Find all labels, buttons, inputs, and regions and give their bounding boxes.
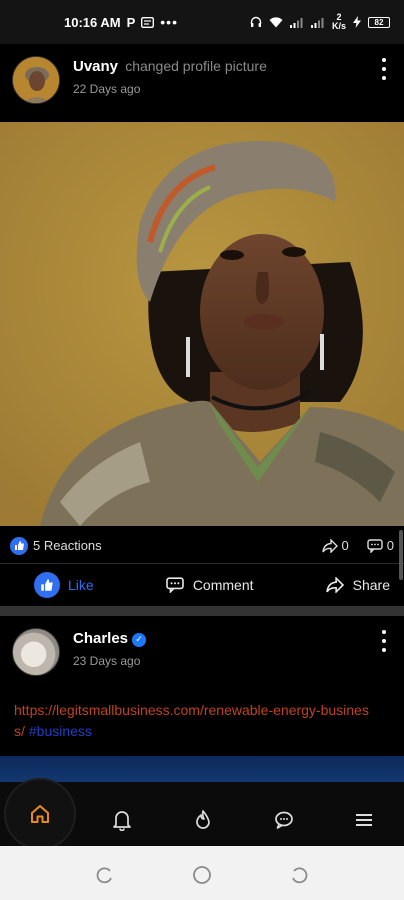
- author-name[interactable]: Uvany: [73, 58, 118, 75]
- nav-trending[interactable]: [191, 808, 215, 832]
- author-name[interactable]: Charles: [73, 630, 128, 647]
- nav-menu[interactable]: [352, 808, 376, 832]
- system-nav-bar: [0, 846, 404, 900]
- comments-count: 0: [386, 538, 394, 553]
- author-line: Charles ✓: [73, 630, 147, 647]
- share-label: Share: [352, 577, 390, 593]
- signal-icon: [289, 17, 304, 28]
- home-circle-icon: [193, 866, 211, 884]
- charging-icon: [353, 16, 361, 28]
- chat-bubble-icon: [275, 811, 293, 829]
- post-actions: Like Comment Share: [0, 565, 404, 605]
- avatar[interactable]: [12, 56, 60, 104]
- more-notifications-icon: •••: [160, 14, 178, 30]
- nav-messages[interactable]: [272, 808, 296, 832]
- post-time: 22 Days ago: [73, 82, 141, 96]
- message-icon: [141, 16, 155, 28]
- more-options-button[interactable]: [378, 58, 390, 80]
- home-system-button[interactable]: [191, 864, 213, 886]
- nav-home[interactable]: [4, 778, 76, 850]
- post-time: 23 Days ago: [73, 654, 141, 668]
- post-header: Charles ✓ 23 Days ago: [0, 616, 404, 694]
- flame-icon: [196, 810, 210, 829]
- bell-icon: [113, 811, 131, 831]
- status-bar: 10:16 AM P ••• 2 K/s 82: [0, 0, 404, 44]
- like-label: Like: [68, 577, 94, 593]
- recents-button[interactable]: [94, 864, 116, 886]
- comment-button[interactable]: Comment: [165, 577, 254, 593]
- back-icon: [292, 867, 308, 884]
- post-text: https://legitsmallbusiness.com/renewable…: [14, 700, 374, 742]
- author-action: changed profile picture: [125, 58, 267, 74]
- verified-badge-icon: ✓: [132, 632, 147, 647]
- post-charles: Charles ✓ 23 Days ago https://legitsmallb…: [0, 616, 404, 756]
- signal-2-icon: [310, 17, 325, 28]
- shares-count: 0: [341, 538, 349, 553]
- post-divider: [0, 606, 404, 616]
- comment-label: Comment: [192, 577, 254, 593]
- comments-stat: 0: [367, 538, 394, 553]
- reactions-count[interactable]: 5 Reactions: [33, 538, 102, 553]
- post-uvany: Uvany changed profile picture 22 Days ag…: [0, 44, 404, 124]
- status-time: 10:16 AM: [64, 14, 121, 30]
- hashtag-link[interactable]: #business: [29, 723, 92, 739]
- bottom-nav: [0, 778, 404, 850]
- comment-icon: [367, 538, 383, 553]
- menu-icon: [356, 814, 372, 826]
- battery-indicator: 82: [368, 16, 390, 28]
- author-line: Uvany changed profile picture: [73, 58, 267, 75]
- shares-stat: 0: [321, 538, 349, 553]
- post-photo[interactable]: [0, 122, 404, 526]
- thumbs-up-icon: [10, 536, 28, 555]
- like-button[interactable]: Like: [34, 572, 94, 598]
- comment-icon: [166, 577, 184, 593]
- share-arrow-icon: [321, 538, 338, 553]
- post-header: Uvany changed profile picture 22 Days ag…: [0, 44, 404, 122]
- headphones-icon: [250, 16, 262, 28]
- back-button[interactable]: [288, 864, 310, 886]
- share-icon: [325, 577, 344, 593]
- avatar[interactable]: [12, 628, 60, 676]
- share-button[interactable]: Share: [325, 577, 390, 593]
- like-icon: [34, 572, 60, 598]
- nav-notifications[interactable]: [110, 808, 134, 832]
- home-icon: [31, 805, 49, 823]
- recents-icon: [96, 867, 112, 884]
- reactions-row: 5 Reactions 0 0: [0, 528, 404, 564]
- p-app-icon: P: [126, 14, 136, 30]
- more-options-button[interactable]: [378, 630, 390, 652]
- scrollbar[interactable]: [399, 530, 403, 580]
- net-speed: 2 K/s: [331, 12, 346, 31]
- wifi-icon: [269, 16, 283, 28]
